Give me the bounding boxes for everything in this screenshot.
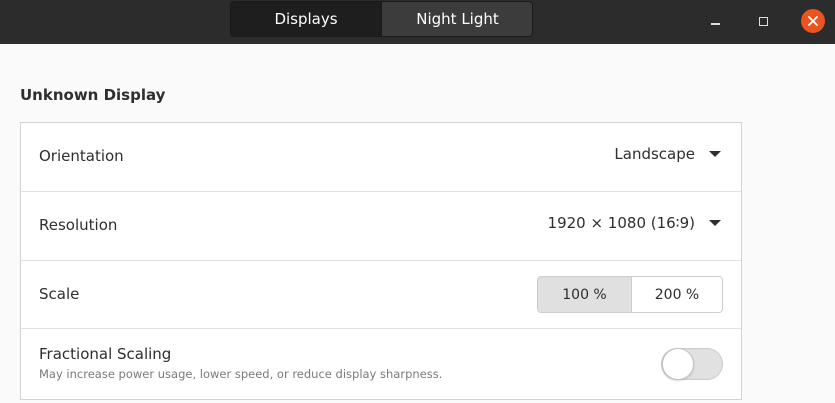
scale-selector: 100 % 200 %	[537, 276, 723, 313]
toggle-knob	[662, 348, 694, 380]
fractional-scaling-label: Fractional Scaling	[39, 345, 172, 363]
tab-night-light[interactable]: Night Light	[382, 2, 532, 36]
resolution-value: 1920 × 1080 (16∶9)	[547, 214, 695, 232]
title-bar: Displays Night Light	[0, 0, 835, 44]
resolution-label: Resolution	[39, 216, 118, 234]
scale-label: Scale	[39, 285, 80, 303]
orientation-value: Landscape	[614, 145, 695, 163]
maximize-button[interactable]	[750, 8, 776, 34]
scale-row: Scale 100 % 200 %	[21, 261, 741, 329]
chevron-down-icon	[709, 151, 721, 157]
resolution-row: Resolution 1920 × 1080 (16∶9)	[21, 192, 741, 261]
fractional-scaling-row: Fractional Scaling May increase power us…	[21, 329, 741, 399]
maximize-icon	[758, 16, 768, 26]
fractional-scaling-toggle[interactable]	[661, 348, 723, 380]
minimize-icon	[710, 23, 720, 25]
orientation-dropdown[interactable]: Landscape	[614, 145, 721, 163]
orientation-row: Orientation Landscape	[21, 123, 741, 192]
scale-200-button[interactable]: 200 %	[632, 277, 722, 312]
close-icon	[801, 9, 825, 33]
orientation-label: Orientation	[39, 147, 124, 165]
minimize-button[interactable]	[702, 8, 728, 34]
scale-100-button[interactable]: 100 %	[538, 277, 632, 312]
fractional-scaling-description: May increase power usage, lower speed, o…	[39, 367, 443, 381]
resolution-dropdown[interactable]: 1920 × 1080 (16∶9)	[548, 214, 721, 232]
chevron-down-icon	[709, 220, 721, 226]
display-name-heading: Unknown Display	[20, 86, 166, 104]
close-button[interactable]	[800, 8, 826, 34]
tab-displays[interactable]: Displays	[231, 2, 382, 36]
display-settings-panel: Orientation Landscape Resolution 1920 × …	[20, 122, 742, 400]
view-switcher: Displays Night Light	[230, 1, 533, 37]
